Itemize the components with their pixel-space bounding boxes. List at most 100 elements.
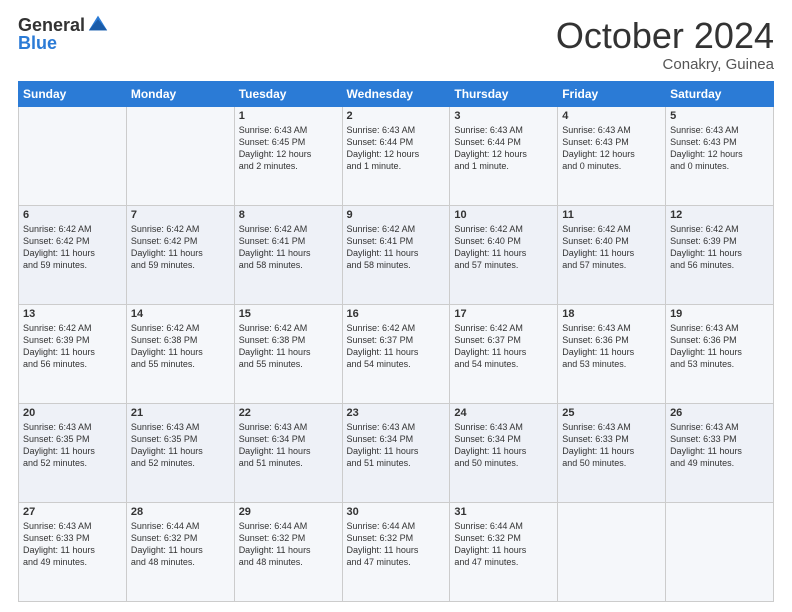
calendar-cell bbox=[126, 106, 234, 205]
day-number: 29 bbox=[239, 506, 338, 518]
calendar-cell: 15 Sunrise: 6:42 AM Sunset: 6:38 PM Dayli… bbox=[234, 304, 342, 403]
day-info: Sunrise: 6:43 AM Sunset: 6:33 PM Dayligh… bbox=[562, 421, 661, 470]
calendar-cell: 17 Sunrise: 6:42 AM Sunset: 6:37 PM Dayli… bbox=[450, 304, 558, 403]
day-info: Sunrise: 6:42 AM Sunset: 6:37 PM Dayligh… bbox=[454, 322, 553, 371]
calendar-cell: 30 Sunrise: 6:44 AM Sunset: 6:32 PM Dayli… bbox=[342, 502, 450, 601]
calendar-page: General Blue October 2024 Conakry, Guine… bbox=[0, 0, 792, 612]
day-number: 13 bbox=[23, 308, 122, 320]
day-number: 3 bbox=[454, 110, 553, 122]
header: General Blue October 2024 Conakry, Guine… bbox=[18, 16, 774, 73]
day-number: 8 bbox=[239, 209, 338, 221]
day-info: Sunrise: 6:43 AM Sunset: 6:45 PM Dayligh… bbox=[239, 124, 338, 173]
calendar-cell: 14 Sunrise: 6:42 AM Sunset: 6:38 PM Dayli… bbox=[126, 304, 234, 403]
day-info: Sunrise: 6:43 AM Sunset: 6:44 PM Dayligh… bbox=[454, 124, 553, 173]
calendar-cell: 16 Sunrise: 6:42 AM Sunset: 6:37 PM Dayli… bbox=[342, 304, 450, 403]
calendar-week-5: 27 Sunrise: 6:43 AM Sunset: 6:33 PM Dayli… bbox=[19, 502, 774, 601]
day-number: 24 bbox=[454, 407, 553, 419]
weekday-header-row: SundayMondayTuesdayWednesdayThursdayFrid… bbox=[19, 81, 774, 106]
calendar-cell: 11Sunrise: 6:42 AM Sunset: 6:40 PM Dayli… bbox=[558, 205, 666, 304]
calendar-cell: 3 Sunrise: 6:43 AM Sunset: 6:44 PM Daylig… bbox=[450, 106, 558, 205]
calendar-cell: 8 Sunrise: 6:42 AM Sunset: 6:41 PM Daylig… bbox=[234, 205, 342, 304]
calendar-header: SundayMondayTuesdayWednesdayThursdayFrid… bbox=[19, 81, 774, 106]
month-title: October 2024 bbox=[556, 16, 774, 56]
calendar-cell bbox=[19, 106, 127, 205]
day-number: 19 bbox=[670, 308, 769, 320]
day-number: 14 bbox=[131, 308, 230, 320]
calendar-cell: 26 Sunrise: 6:43 AM Sunset: 6:33 PM Dayli… bbox=[666, 403, 774, 502]
day-number: 6 bbox=[23, 209, 122, 221]
location-title: Conakry, Guinea bbox=[556, 56, 774, 73]
day-number: 5 bbox=[670, 110, 769, 122]
calendar-cell bbox=[666, 502, 774, 601]
day-info: Sunrise: 6:44 AM Sunset: 6:32 PM Dayligh… bbox=[454, 520, 553, 569]
calendar-week-2: 6 Sunrise: 6:42 AM Sunset: 6:42 PM Daylig… bbox=[19, 205, 774, 304]
day-info: Sunrise: 6:43 AM Sunset: 6:36 PM Dayligh… bbox=[670, 322, 769, 371]
day-number: 1 bbox=[239, 110, 338, 122]
calendar-cell: 4 Sunrise: 6:43 AM Sunset: 6:43 PM Daylig… bbox=[558, 106, 666, 205]
day-number: 23 bbox=[347, 407, 446, 419]
day-number: 15 bbox=[239, 308, 338, 320]
day-number: 9 bbox=[347, 209, 446, 221]
day-info: Sunrise: 6:43 AM Sunset: 6:33 PM Dayligh… bbox=[23, 520, 122, 569]
calendar-table: SundayMondayTuesdayWednesdayThursdayFrid… bbox=[18, 81, 774, 602]
day-number: 28 bbox=[131, 506, 230, 518]
calendar-body: 1 Sunrise: 6:43 AM Sunset: 6:45 PM Daylig… bbox=[19, 106, 774, 601]
day-info: Sunrise: 6:44 AM Sunset: 6:32 PM Dayligh… bbox=[131, 520, 230, 569]
day-number: 10 bbox=[454, 209, 553, 221]
weekday-header-wednesday: Wednesday bbox=[342, 81, 450, 106]
calendar-cell: 27 Sunrise: 6:43 AM Sunset: 6:33 PM Dayli… bbox=[19, 502, 127, 601]
calendar-cell: 7 Sunrise: 6:42 AM Sunset: 6:42 PM Daylig… bbox=[126, 205, 234, 304]
day-number: 30 bbox=[347, 506, 446, 518]
calendar-cell: 18Sunrise: 6:43 AM Sunset: 6:36 PM Dayli… bbox=[558, 304, 666, 403]
day-info: Sunrise: 6:42 AM Sunset: 6:42 PM Dayligh… bbox=[131, 223, 230, 272]
day-info: Sunrise: 6:43 AM Sunset: 6:44 PM Dayligh… bbox=[347, 124, 446, 173]
day-info: Sunrise: 6:44 AM Sunset: 6:32 PM Dayligh… bbox=[347, 520, 446, 569]
day-number: 25 bbox=[562, 407, 661, 419]
day-number: 27 bbox=[23, 506, 122, 518]
calendar-cell: 29 Sunrise: 6:44 AM Sunset: 6:32 PM Dayli… bbox=[234, 502, 342, 601]
calendar-cell: 22Sunrise: 6:43 AM Sunset: 6:34 PM Dayli… bbox=[234, 403, 342, 502]
calendar-week-3: 13 Sunrise: 6:42 AM Sunset: 6:39 PM Dayli… bbox=[19, 304, 774, 403]
day-number: 16 bbox=[347, 308, 446, 320]
calendar-week-4: 20 Sunrise: 6:43 AM Sunset: 6:35 PM Dayli… bbox=[19, 403, 774, 502]
day-info: Sunrise: 6:43 AM Sunset: 6:33 PM Dayligh… bbox=[670, 421, 769, 470]
day-info: Sunrise: 6:43 AM Sunset: 6:43 PM Dayligh… bbox=[562, 124, 661, 173]
day-number: 20 bbox=[23, 407, 122, 419]
day-info: Sunrise: 6:43 AM Sunset: 6:34 PM Dayligh… bbox=[239, 421, 338, 470]
day-info: Sunrise: 6:43 AM Sunset: 6:34 PM Dayligh… bbox=[454, 421, 553, 470]
day-info: Sunrise: 6:44 AM Sunset: 6:32 PM Dayligh… bbox=[239, 520, 338, 569]
day-info: Sunrise: 6:42 AM Sunset: 6:42 PM Dayligh… bbox=[23, 223, 122, 272]
weekday-header-monday: Monday bbox=[126, 81, 234, 106]
day-number: 17 bbox=[454, 308, 553, 320]
logo-area: General Blue bbox=[18, 16, 109, 52]
calendar-cell: 23Sunrise: 6:43 AM Sunset: 6:34 PM Dayli… bbox=[342, 403, 450, 502]
day-info: Sunrise: 6:43 AM Sunset: 6:35 PM Dayligh… bbox=[23, 421, 122, 470]
day-number: 31 bbox=[454, 506, 553, 518]
day-number: 26 bbox=[670, 407, 769, 419]
weekday-header-tuesday: Tuesday bbox=[234, 81, 342, 106]
day-info: Sunrise: 6:42 AM Sunset: 6:40 PM Dayligh… bbox=[562, 223, 661, 272]
day-number: 2 bbox=[347, 110, 446, 122]
day-info: Sunrise: 6:42 AM Sunset: 6:38 PM Dayligh… bbox=[239, 322, 338, 371]
calendar-cell: 20 Sunrise: 6:43 AM Sunset: 6:35 PM Dayli… bbox=[19, 403, 127, 502]
calendar-cell bbox=[558, 502, 666, 601]
day-info: Sunrise: 6:42 AM Sunset: 6:38 PM Dayligh… bbox=[131, 322, 230, 371]
day-number: 18 bbox=[562, 308, 661, 320]
weekday-header-sunday: Sunday bbox=[19, 81, 127, 106]
calendar-cell: 24 Sunrise: 6:43 AM Sunset: 6:34 PM Dayli… bbox=[450, 403, 558, 502]
day-info: Sunrise: 6:42 AM Sunset: 6:39 PM Dayligh… bbox=[670, 223, 769, 272]
logo-text: General Blue bbox=[18, 16, 85, 52]
day-info: Sunrise: 6:43 AM Sunset: 6:35 PM Dayligh… bbox=[131, 421, 230, 470]
day-info: Sunrise: 6:42 AM Sunset: 6:40 PM Dayligh… bbox=[454, 223, 553, 272]
day-info: Sunrise: 6:42 AM Sunset: 6:39 PM Dayligh… bbox=[23, 322, 122, 371]
calendar-cell: 10 Sunrise: 6:42 AM Sunset: 6:40 PM Dayli… bbox=[450, 205, 558, 304]
calendar-cell: 2 Sunrise: 6:43 AM Sunset: 6:44 PM Daylig… bbox=[342, 106, 450, 205]
day-number: 4 bbox=[562, 110, 661, 122]
day-info: Sunrise: 6:42 AM Sunset: 6:41 PM Dayligh… bbox=[239, 223, 338, 272]
day-info: Sunrise: 6:42 AM Sunset: 6:37 PM Dayligh… bbox=[347, 322, 446, 371]
logo-general: General bbox=[18, 16, 85, 34]
day-number: 7 bbox=[131, 209, 230, 221]
day-info: Sunrise: 6:42 AM Sunset: 6:41 PM Dayligh… bbox=[347, 223, 446, 272]
calendar-cell: 9 Sunrise: 6:42 AM Sunset: 6:41 PM Daylig… bbox=[342, 205, 450, 304]
calendar-cell: 19 Sunrise: 6:43 AM Sunset: 6:36 PM Dayli… bbox=[666, 304, 774, 403]
